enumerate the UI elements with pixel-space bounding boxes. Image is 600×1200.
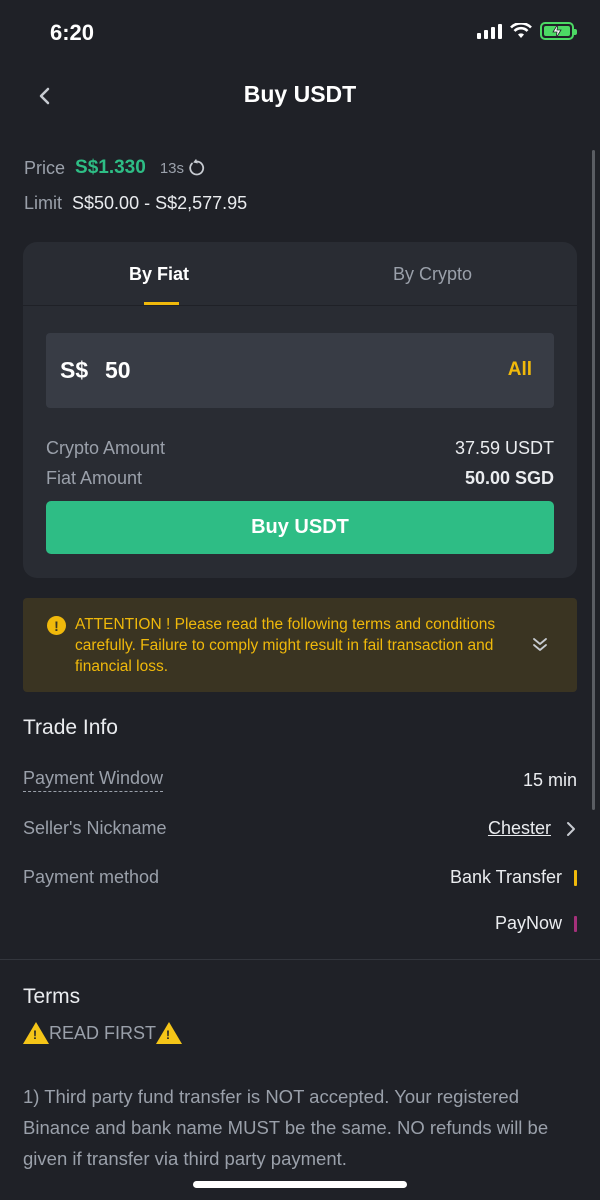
payment-method-row-2: PayNow	[23, 913, 577, 934]
crypto-amount-label: Crypto Amount	[46, 438, 166, 458]
attention-banner[interactable]: ! ATTENTION ! Please read the following …	[23, 598, 577, 692]
payment-window-row: Payment Window 15 min	[23, 768, 577, 792]
limit-line: Limit S$50.00 - S$2,577.95	[24, 193, 247, 214]
payment-method-paynow: PayNow	[495, 913, 577, 934]
seller-row: Seller's Nickname Chester	[23, 818, 577, 839]
limit-value: S$50.00 - S$2,577.95	[72, 193, 248, 213]
fiat-amount-label: Fiat Amount	[46, 468, 143, 488]
battery-charging-icon	[540, 22, 577, 40]
refresh-icon	[189, 159, 205, 176]
status-icons	[477, 22, 577, 40]
page-title: Buy USDT	[243, 81, 357, 107]
seller-label: Seller's Nickname	[23, 818, 167, 838]
warning-icon: !	[156, 1022, 183, 1044]
all-button[interactable]: All	[508, 359, 532, 381]
payment-method-label: Payment method	[23, 867, 160, 887]
double-chevron-down-icon[interactable]	[531, 636, 549, 654]
attention-text: ATTENTION ! Please read the following te…	[75, 616, 496, 675]
seller-name[interactable]: Chester	[488, 818, 551, 839]
trade-info-title: Trade Info	[23, 716, 118, 739]
paynow-color-mark	[574, 916, 577, 933]
section-divider	[0, 959, 600, 960]
exclamation-circle-icon: !	[47, 616, 66, 635]
buy-usdt-button[interactable]: Buy USDT	[46, 501, 554, 554]
active-tab-indicator	[144, 302, 179, 305]
fiat-amount-value: 50.00 SGD	[464, 468, 554, 488]
payment-window-label[interactable]: Payment Window	[23, 768, 164, 792]
home-indicator[interactable]	[193, 1181, 407, 1188]
limit-label: Limit	[24, 193, 63, 213]
payment-method-bank: Bank Transfer	[450, 867, 577, 888]
terms-title: Terms	[23, 985, 81, 1008]
timer-text: 13s	[159, 159, 184, 177]
crypto-amount-value: 37.59 USDT	[454, 438, 554, 458]
tab-bar: By Fiat By Crypto	[23, 242, 577, 306]
wifi-icon	[510, 23, 532, 38]
payment-method-row: Payment method Bank Transfer	[23, 867, 577, 888]
tab-by-crypto[interactable]: By Crypto	[393, 264, 472, 285]
price-label: Price	[24, 157, 66, 178]
paynow-label: PayNow	[494, 913, 562, 933]
bank-transfer-color-mark	[574, 870, 577, 887]
amount-value[interactable]: 50	[105, 357, 131, 384]
trade-card: By Fiat By Crypto S$ 50 All Crypto Amoun…	[23, 242, 577, 578]
read-first-text: READ FIRST	[49, 1022, 157, 1043]
price-line: Price S$1.330 13s	[24, 157, 206, 179]
amount-input[interactable]: S$ 50 All	[46, 333, 554, 408]
read-first-line: ! READ FIRST !	[23, 1022, 183, 1044]
price-timer[interactable]: 13s	[160, 159, 206, 177]
seller-link[interactable]: Chester	[488, 818, 577, 839]
price-value: S$1.330	[75, 157, 146, 178]
fiat-amount-row: Fiat Amount 50.00 SGD	[46, 468, 554, 489]
status-time: 6:20	[50, 20, 95, 45]
chevron-right-icon	[567, 821, 575, 836]
payment-window-value: 15 min	[522, 769, 577, 790]
tab-by-fiat[interactable]: By Fiat	[129, 264, 189, 285]
scrollbar[interactable]	[592, 150, 595, 810]
currency-prefix: S$	[60, 357, 89, 383]
terms-paragraph: 1) Third party fund transfer is NOT acce…	[23, 1086, 549, 1169]
crypto-amount-row: Crypto Amount 37.59 USDT	[46, 438, 554, 459]
nav-header: Buy USDT	[0, 66, 600, 126]
warning-icon: !	[23, 1022, 49, 1044]
cellular-signal-icon	[477, 23, 502, 39]
bank-transfer-label: Bank Transfer	[449, 867, 562, 887]
status-bar: 6:20	[0, 0, 600, 66]
